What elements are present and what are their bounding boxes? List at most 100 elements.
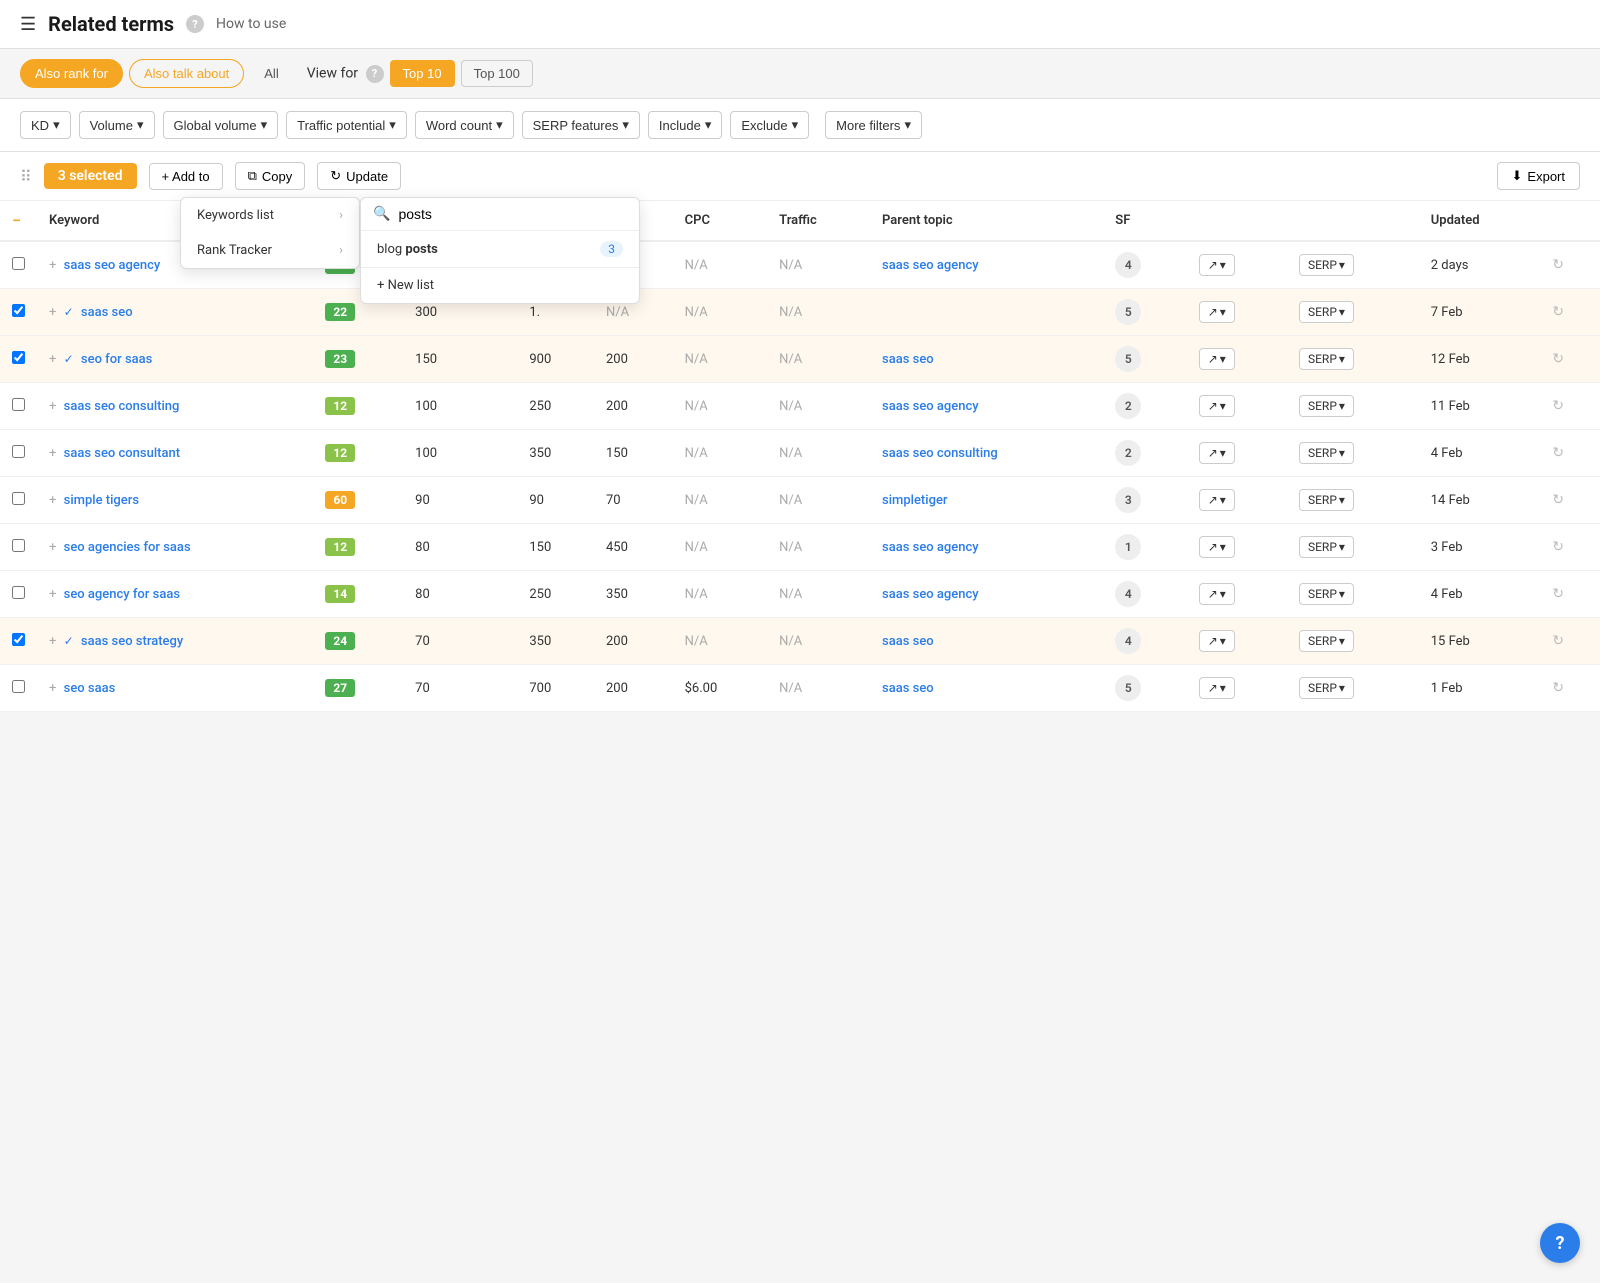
- row-checkbox[interactable]: [0, 430, 37, 477]
- trend-button[interactable]: ↗ ▾: [1199, 630, 1235, 652]
- row-trend[interactable]: ↗ ▾: [1187, 477, 1287, 524]
- col-sf[interactable]: SF: [1103, 201, 1186, 241]
- parent-link[interactable]: saas seo agency: [882, 540, 979, 555]
- serp-button[interactable]: SERP ▾: [1299, 348, 1354, 370]
- row-checkbox[interactable]: [0, 336, 37, 383]
- serp-button[interactable]: SERP ▾: [1299, 442, 1354, 464]
- col-updated[interactable]: Updated: [1419, 201, 1541, 241]
- trend-button[interactable]: ↗ ▾: [1199, 301, 1235, 323]
- row-refresh[interactable]: ↻: [1540, 665, 1600, 712]
- tab-top10[interactable]: Top 10: [390, 60, 455, 87]
- refresh-icon[interactable]: ↻: [1552, 304, 1564, 320]
- parent-link[interactable]: saas seo agency: [882, 399, 979, 414]
- trend-button[interactable]: ↗ ▾: [1199, 583, 1235, 605]
- row-refresh[interactable]: ↻: [1540, 477, 1600, 524]
- serp-button[interactable]: SERP ▾: [1299, 630, 1354, 652]
- trend-button[interactable]: ↗ ▾: [1199, 254, 1235, 276]
- row-refresh[interactable]: ↻: [1540, 430, 1600, 477]
- help-float-button[interactable]: ?: [1540, 1223, 1580, 1263]
- col-parent[interactable]: Parent topic: [870, 201, 1103, 241]
- parent-link[interactable]: saas seo: [882, 634, 934, 649]
- serp-button[interactable]: SERP ▾: [1299, 489, 1354, 511]
- row-checkbox[interactable]: [0, 571, 37, 618]
- trend-button[interactable]: ↗ ▾: [1199, 489, 1235, 511]
- row-serp[interactable]: SERP ▾: [1287, 430, 1419, 477]
- refresh-icon[interactable]: ↻: [1552, 633, 1564, 649]
- keyword-link[interactable]: simple tigers: [64, 493, 139, 508]
- keyword-link[interactable]: saas seo strategy: [81, 634, 183, 649]
- trend-button[interactable]: ↗ ▾: [1199, 395, 1235, 417]
- row-checkbox-input[interactable]: [12, 445, 25, 458]
- keyword-link[interactable]: seo agency for saas: [64, 587, 180, 602]
- plus-icon[interactable]: +: [49, 587, 56, 602]
- row-checkbox[interactable]: [0, 289, 37, 336]
- serp-button[interactable]: SERP ▾: [1299, 395, 1354, 417]
- keyword-link[interactable]: seo saas: [64, 681, 116, 696]
- tab-also-talk-about[interactable]: Also talk about: [129, 59, 244, 88]
- row-checkbox-input[interactable]: [12, 539, 25, 552]
- row-trend[interactable]: ↗ ▾: [1187, 524, 1287, 571]
- row-refresh[interactable]: ↻: [1540, 571, 1600, 618]
- refresh-icon[interactable]: ↻: [1552, 539, 1564, 555]
- filter-kd[interactable]: KD ▾: [20, 111, 71, 139]
- row-checkbox[interactable]: [0, 241, 37, 289]
- dropdown-keywords-list[interactable]: Keywords list ›: [181, 198, 359, 233]
- plus-icon[interactable]: +: [49, 258, 56, 273]
- filter-more[interactable]: More filters ▾: [825, 111, 922, 139]
- refresh-icon[interactable]: ↻: [1552, 257, 1564, 273]
- keyword-link[interactable]: seo for saas: [81, 352, 152, 367]
- filter-include[interactable]: Include ▾: [648, 111, 722, 139]
- plus-icon[interactable]: +: [49, 352, 56, 367]
- export-button[interactable]: ⬇ Export: [1497, 162, 1580, 190]
- row-trend[interactable]: ↗ ▾: [1187, 618, 1287, 665]
- plus-icon[interactable]: +: [49, 305, 56, 320]
- serp-button[interactable]: SERP ▾: [1299, 301, 1354, 323]
- keyword-link[interactable]: seo agencies for saas: [64, 540, 191, 555]
- row-serp[interactable]: SERP ▾: [1287, 241, 1419, 289]
- new-list-button[interactable]: + New list: [361, 267, 639, 303]
- col-cpc[interactable]: CPC: [673, 201, 768, 241]
- plus-icon[interactable]: +: [49, 399, 56, 414]
- row-trend[interactable]: ↗ ▾: [1187, 383, 1287, 430]
- tab-top100[interactable]: Top 100: [461, 60, 533, 87]
- add-to-button[interactable]: + Add to: [149, 163, 223, 190]
- row-trend[interactable]: ↗ ▾: [1187, 430, 1287, 477]
- refresh-icon[interactable]: ↻: [1552, 680, 1564, 696]
- row-serp[interactable]: SERP ▾: [1287, 477, 1419, 524]
- serp-button[interactable]: SERP ▾: [1299, 677, 1354, 699]
- row-refresh[interactable]: ↻: [1540, 336, 1600, 383]
- update-button[interactable]: ↻ Update: [317, 162, 401, 190]
- row-checkbox-input[interactable]: [12, 586, 25, 599]
- refresh-icon[interactable]: ↻: [1552, 586, 1564, 602]
- row-checkbox-input[interactable]: [12, 398, 25, 411]
- row-checkbox[interactable]: [0, 618, 37, 665]
- row-checkbox[interactable]: [0, 665, 37, 712]
- row-checkbox[interactable]: [0, 524, 37, 571]
- row-trend[interactable]: ↗ ▾: [1187, 336, 1287, 383]
- refresh-icon[interactable]: ↻: [1552, 492, 1564, 508]
- copy-button[interactable]: ⧉ Copy: [235, 162, 306, 190]
- keyword-link[interactable]: saas seo consulting: [64, 399, 180, 414]
- row-serp[interactable]: SERP ▾: [1287, 571, 1419, 618]
- row-checkbox-input[interactable]: [12, 351, 25, 364]
- serp-button[interactable]: SERP ▾: [1299, 583, 1354, 605]
- parent-link[interactable]: simpletiger: [882, 493, 947, 508]
- filter-global-volume[interactable]: Global volume ▾: [163, 111, 279, 139]
- row-refresh[interactable]: ↻: [1540, 241, 1600, 289]
- keyword-link[interactable]: saas seo consultant: [64, 446, 180, 461]
- row-refresh[interactable]: ↻: [1540, 524, 1600, 571]
- row-serp[interactable]: SERP ▾: [1287, 336, 1419, 383]
- row-refresh[interactable]: ↻: [1540, 383, 1600, 430]
- plus-icon[interactable]: +: [49, 493, 56, 508]
- row-refresh[interactable]: ↻: [1540, 289, 1600, 336]
- tab-all[interactable]: All: [250, 60, 292, 87]
- search-input[interactable]: [398, 206, 627, 222]
- parent-link[interactable]: saas seo agency: [882, 258, 979, 273]
- col-traffic[interactable]: Traffic: [767, 201, 870, 241]
- dropdown-rank-tracker[interactable]: Rank Tracker ›: [181, 233, 359, 268]
- trend-button[interactable]: ↗ ▾: [1199, 677, 1235, 699]
- plus-icon[interactable]: +: [49, 540, 56, 555]
- filter-serp-features[interactable]: SERP features ▾: [522, 111, 640, 139]
- serp-button[interactable]: SERP ▾: [1299, 536, 1354, 558]
- row-serp[interactable]: SERP ▾: [1287, 383, 1419, 430]
